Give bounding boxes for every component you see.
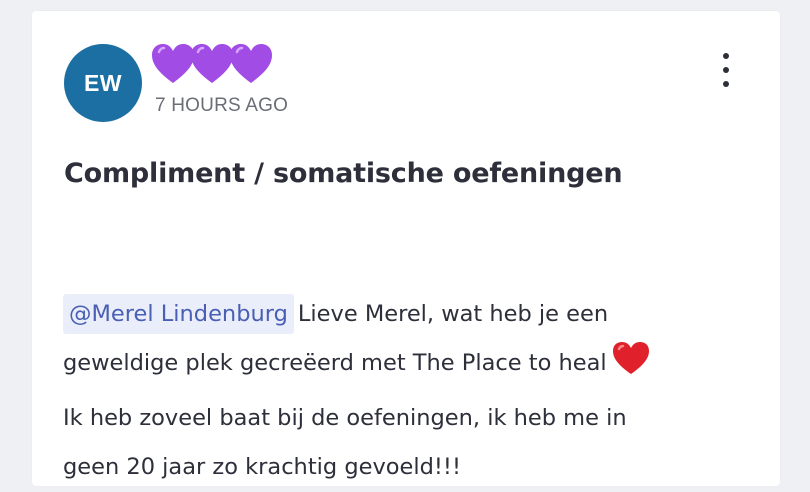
body-line-3: Ik heb zoveel baat bij de oefeningen, ik… [63, 405, 627, 431]
body-line-1: @Merel Lindenburg Lieve Merel, wat heb je… [63, 290, 753, 339]
menu-dot [723, 53, 729, 59]
body-line-2: geweldige plek gecreëerd met The Place t… [63, 339, 753, 394]
avatar-initials: EW [83, 69, 123, 96]
purple-heart-icon [228, 42, 274, 86]
body-line-1-text: Lieve Merel, wat heb je een [297, 301, 609, 327]
menu-dot [723, 81, 729, 87]
user-mention[interactable]: @Merel Lindenburg [63, 294, 294, 334]
more-options-icon[interactable] [716, 53, 736, 87]
body-line-4: geen 20 jaar zo krachtig gevoeld!!! [63, 454, 461, 480]
post-card: EW 7 HOURS AGO Compliment / somatische o… [32, 11, 780, 486]
red-heart-icon [611, 340, 651, 394]
avatar[interactable]: EW [64, 44, 142, 122]
body-line-2-text: geweldige plek gecreëerd met The Place t… [63, 350, 607, 376]
post-timestamp: 7 HOURS AGO [155, 95, 289, 116]
author-hearts [150, 42, 272, 86]
author-name[interactable] [150, 39, 272, 89]
menu-dot [723, 67, 729, 73]
post-title: Compliment / somatische oefeningen [64, 158, 623, 189]
post-body: @Merel Lindenburg Lieve Merel, wat heb je… [63, 290, 753, 492]
